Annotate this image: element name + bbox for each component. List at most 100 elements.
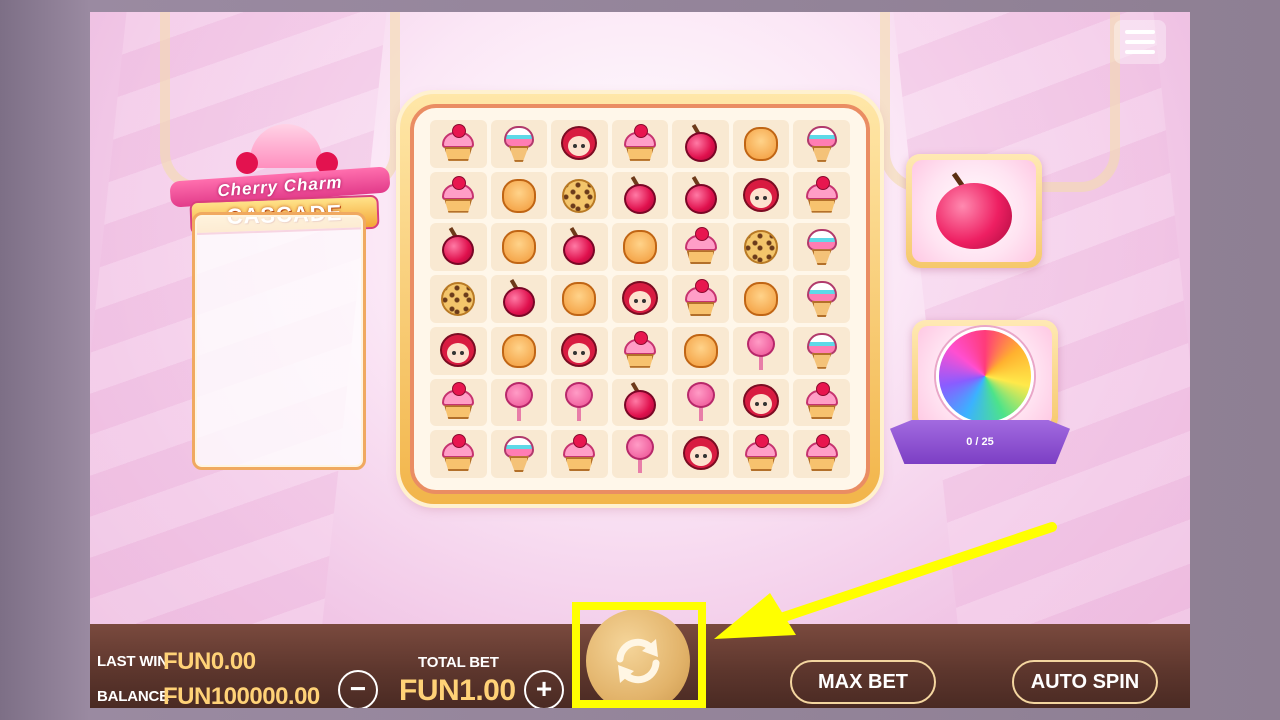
grid-cell [551,430,608,478]
grid-cell [793,275,850,323]
grid-cell [430,223,487,272]
grid-cell [430,326,487,375]
grid-cell [732,430,790,478]
grid-cell [611,120,669,168]
target-symbol-box [906,154,1042,268]
cotton-icon [499,382,539,422]
last-win-label: LAST WIN [97,653,168,670]
icecream-icon [802,279,842,319]
grid-cell [793,171,850,220]
grid-cell [672,223,729,272]
grid-cell [490,378,548,427]
puff-icon [741,124,781,164]
girl-icon [741,176,781,216]
game-logo: Cherry Charm CASCADE [169,124,400,236]
cupcake-icon [438,175,478,216]
menu-icon-line [1125,40,1155,44]
grid-cell [732,275,790,323]
auto-spin-button[interactable]: AUTO SPIN [1012,660,1158,704]
cherry-icon [499,278,539,319]
girl-icon [438,331,478,371]
grid-cell [551,171,608,220]
grid-cell [611,275,669,323]
cupcake-icon [802,434,842,474]
symbol-grid [410,104,870,494]
cherry-icon [438,227,478,267]
grid-cell [551,326,608,375]
max-bet-button[interactable]: MAX BET [790,660,936,704]
grid-cell [430,171,487,220]
grid-cell [793,326,850,375]
girl-icon [681,434,721,474]
total-bet-value: FUN1.00 [399,674,516,707]
grid-cell [672,275,729,323]
grid-cell [490,326,548,375]
grid-cell [490,275,548,323]
paytable-panel [192,212,366,470]
grid-cell [430,275,487,323]
cupcake-icon [438,434,478,474]
grid-cell [490,223,548,272]
cupcake-icon [438,123,478,164]
feature-progress-text: 0 / 25 [966,436,994,448]
pointer-arrow-icon [714,522,1057,639]
grid-cell [490,120,548,168]
grid-cell [672,326,729,375]
grid-cell [611,171,669,220]
increase-bet-button[interactable]: + [524,670,564,708]
girl-icon [620,279,660,319]
cupcake-icon [802,382,842,422]
logo-cherry-icon [236,152,258,174]
cupcake-icon [802,175,842,216]
cupcake-icon [741,434,781,474]
grid-cell [490,171,548,220]
grid-cell [732,378,790,427]
cotton-icon [681,382,721,422]
grid-cell [793,378,850,427]
grid-cell [551,120,608,168]
puff-icon [499,331,539,371]
grid-cell [732,223,790,272]
cupcake-icon [620,123,660,164]
grid-cell [611,378,669,427]
grid-cell [551,275,608,323]
icecream-icon [802,227,842,267]
girl-icon [559,124,599,164]
grid-cell [430,430,487,478]
cherry-icon [620,382,660,422]
grid-cell [611,223,669,272]
cookie-icon [438,279,478,319]
cookie-icon [741,227,781,267]
grid-cell [732,120,790,168]
decrease-bet-button[interactable]: − [338,670,378,708]
puff-icon [681,331,721,371]
cotton-icon [620,434,660,474]
balance-label: BALANCE [97,688,169,705]
icecream-icon [499,124,539,164]
grid-cell [430,378,487,427]
grid-cell [672,171,729,220]
cotton-icon [559,382,599,422]
puff-icon [499,176,539,216]
icecream-icon [802,124,842,164]
puff-icon [499,227,539,267]
cherry-icon [559,227,599,267]
logo-cupcake-icon [250,124,322,168]
grid-cell [551,223,608,272]
grid-cell [793,223,850,272]
cookie-icon [559,176,599,216]
menu-button[interactable] [1114,20,1166,64]
grid-cell [793,120,850,168]
icecream-icon [802,331,842,371]
total-bet-label: TOTAL BET [418,654,499,671]
grid-cell [672,378,729,427]
girl-icon [559,331,599,371]
cupcake-icon [681,227,721,267]
icecream-icon [499,434,539,474]
cupcake-icon [438,382,478,422]
cupcake-icon [559,434,599,474]
grid-cell [611,430,669,478]
grid-cell [611,326,669,375]
cupcake-icon [681,278,721,319]
grid-cell [672,120,729,168]
